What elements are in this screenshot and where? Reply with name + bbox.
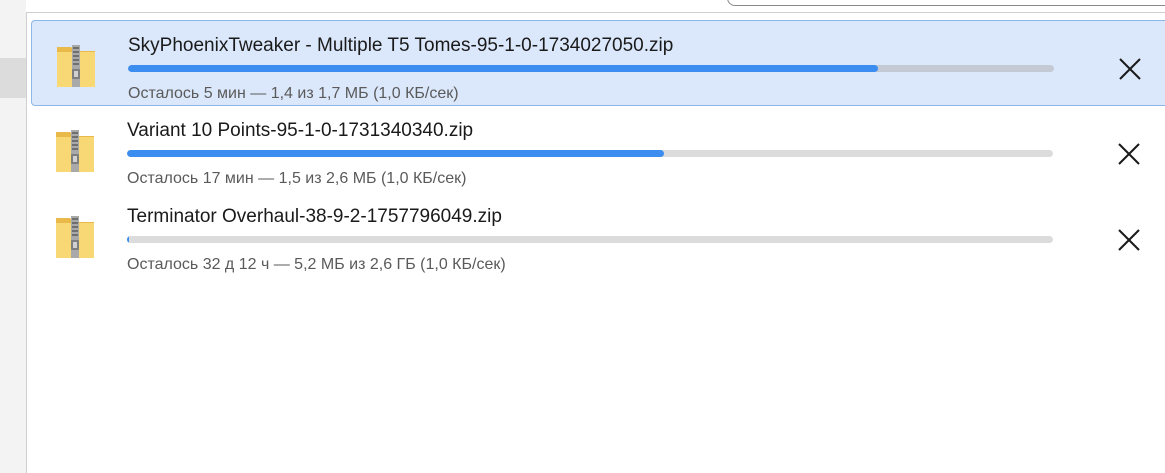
downloads-window: SkyPhoenixTweaker - Multiple T5 Tomes-95… (0, 0, 1165, 473)
download-status: Осталось 17 мин — 1,5 из 2,6 МБ (1,0 КБ/… (127, 170, 467, 187)
close-icon (1118, 143, 1140, 165)
cancel-download-button[interactable] (1111, 222, 1147, 258)
download-progress-bar (127, 150, 1053, 157)
download-item[interactable]: SkyPhoenixTweaker - Multiple T5 Tomes-95… (31, 20, 1165, 106)
close-icon (1118, 229, 1140, 251)
cancel-download-button[interactable] (1112, 51, 1148, 87)
download-file-name: Terminator Overhaul-38-9-2-1757796049.zi… (127, 206, 502, 227)
download-progress-fill (128, 65, 879, 72)
download-file-name: Variant 10 Points-95-1-0-1731340340.zip (127, 120, 474, 141)
download-progress-fill (127, 150, 665, 157)
background-window-edge (0, 0, 26, 473)
background-address-field (727, 0, 1165, 6)
download-item[interactable]: Terminator Overhaul-38-9-2-1757796049.zi… (31, 192, 1165, 278)
background-window-element (0, 58, 26, 98)
close-icon (1119, 58, 1141, 80)
download-status: Осталось 32 д 12 ч — 5,2 МБ из 2,6 ГБ (1… (127, 256, 506, 273)
zip-folder-icon (55, 128, 95, 174)
cancel-download-button[interactable] (1111, 136, 1147, 172)
zip-folder-icon (55, 214, 95, 260)
download-progress-fill (127, 236, 129, 243)
download-file-name: SkyPhoenixTweaker - Multiple T5 Tomes-95… (128, 35, 674, 56)
download-item[interactable]: Variant 10 Points-95-1-0-1731340340.zip … (31, 106, 1165, 192)
download-progress-bar (128, 65, 1054, 72)
download-progress-bar (127, 236, 1053, 243)
downloads-panel: SkyPhoenixTweaker - Multiple T5 Tomes-95… (26, 12, 1165, 473)
zip-folder-icon (56, 43, 96, 89)
background-window (0, 0, 710, 5)
download-status: Осталось 5 мин — 1,4 из 1,7 МБ (1,0 КБ/с… (128, 85, 459, 102)
